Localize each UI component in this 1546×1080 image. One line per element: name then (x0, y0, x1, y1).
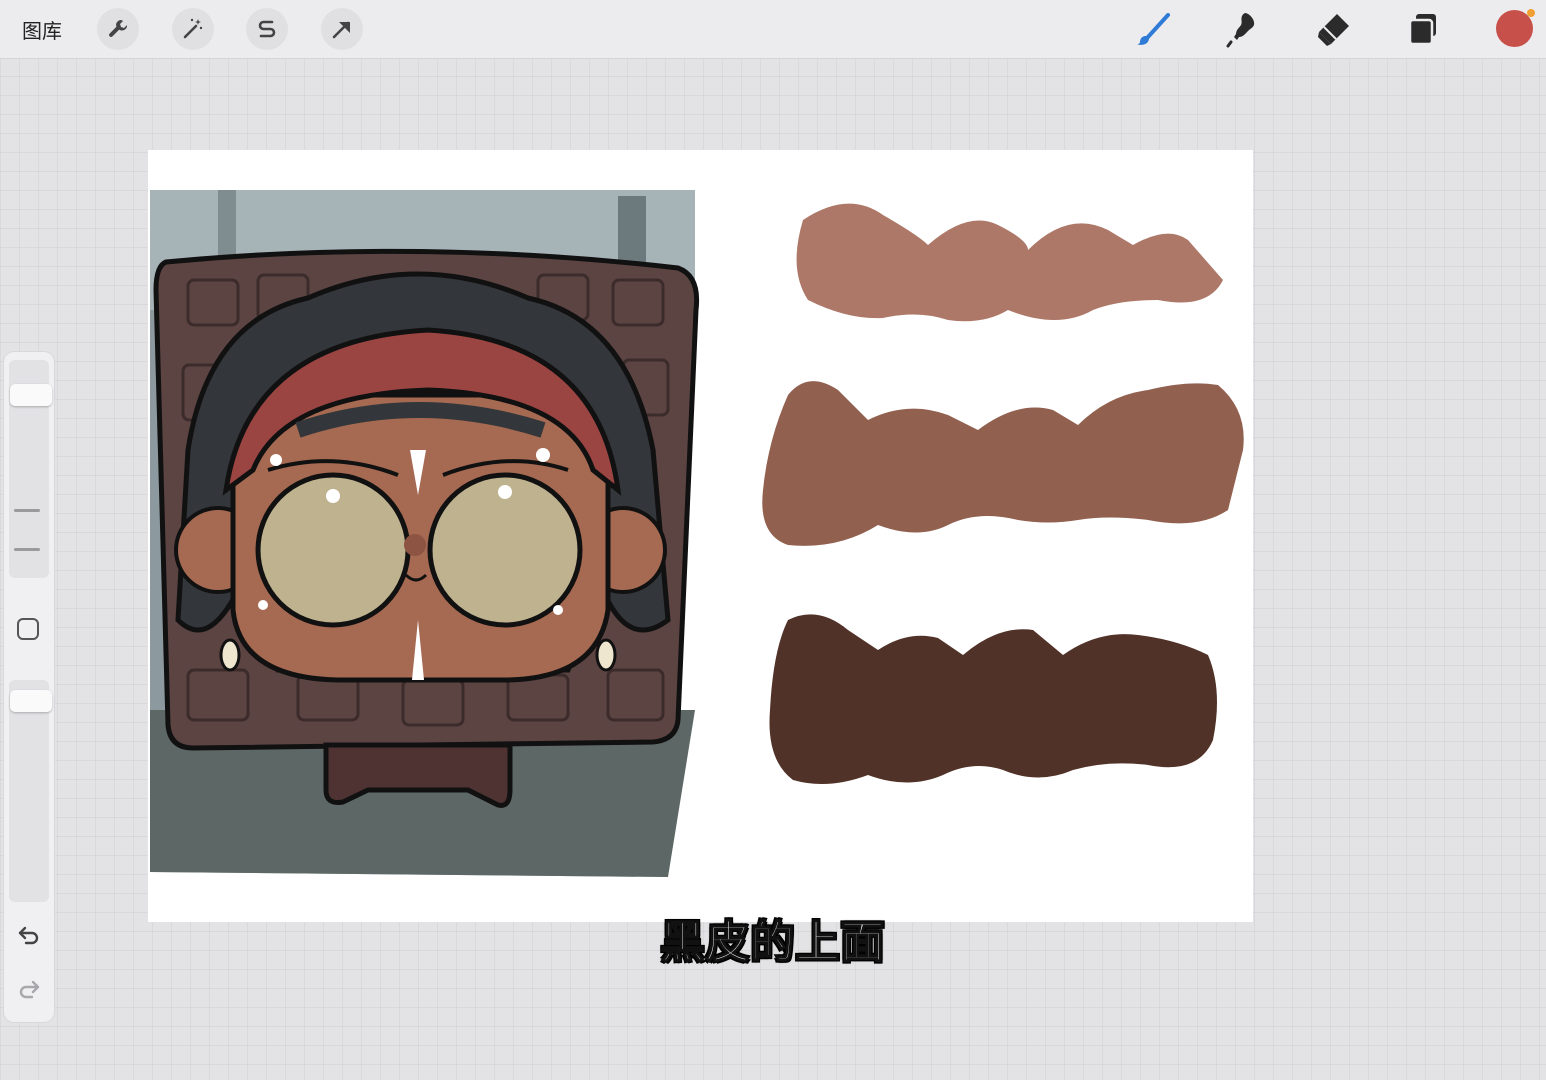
eraser-tool-button[interactable] (1311, 8, 1355, 50)
wrench-icon (109, 20, 128, 37)
slider-tick (14, 509, 40, 512)
stroke-sample-mid (762, 381, 1244, 546)
left-sidebar (4, 352, 54, 1022)
opacity-slider[interactable] (9, 680, 52, 902)
brush-icon (1137, 13, 1170, 45)
actions-button[interactable] (97, 8, 139, 50)
smudge-icon (1226, 13, 1255, 48)
brush-size-thumb[interactable] (10, 384, 52, 406)
transform-arrow-icon (332, 21, 350, 39)
stroke-sample-light (796, 203, 1223, 322)
smudge-tool-button[interactable] (1221, 8, 1265, 50)
eraser-icon (1318, 14, 1349, 46)
selection-s-icon (258, 20, 276, 38)
brush-stroke-samples (762, 203, 1244, 784)
stroke-sample-dark (769, 614, 1217, 784)
gallery-button[interactable]: 图库 (22, 15, 62, 44)
modify-square-icon[interactable] (17, 618, 39, 640)
opacity-thumb[interactable] (10, 690, 52, 712)
magic-wand-icon (183, 18, 203, 39)
adjustments-button[interactable] (172, 8, 214, 50)
redo-icon[interactable] (16, 976, 42, 1002)
selection-button[interactable] (246, 8, 288, 50)
color-picker-button[interactable] (1496, 9, 1535, 47)
layers-button[interactable] (1401, 8, 1445, 50)
artwork (150, 190, 1244, 877)
slider-tick (14, 548, 40, 551)
drawing-canvas[interactable] (148, 150, 1253, 922)
undo-icon[interactable] (16, 922, 42, 948)
transform-button[interactable] (321, 8, 363, 50)
top-toolbar: 图库 (0, 0, 1546, 59)
brush-size-slider[interactable] (9, 360, 52, 578)
character (174, 271, 671, 683)
layers-icon (1408, 14, 1436, 46)
brush-tool-button[interactable] (1132, 8, 1176, 50)
color-indicator-dot (1527, 9, 1535, 17)
